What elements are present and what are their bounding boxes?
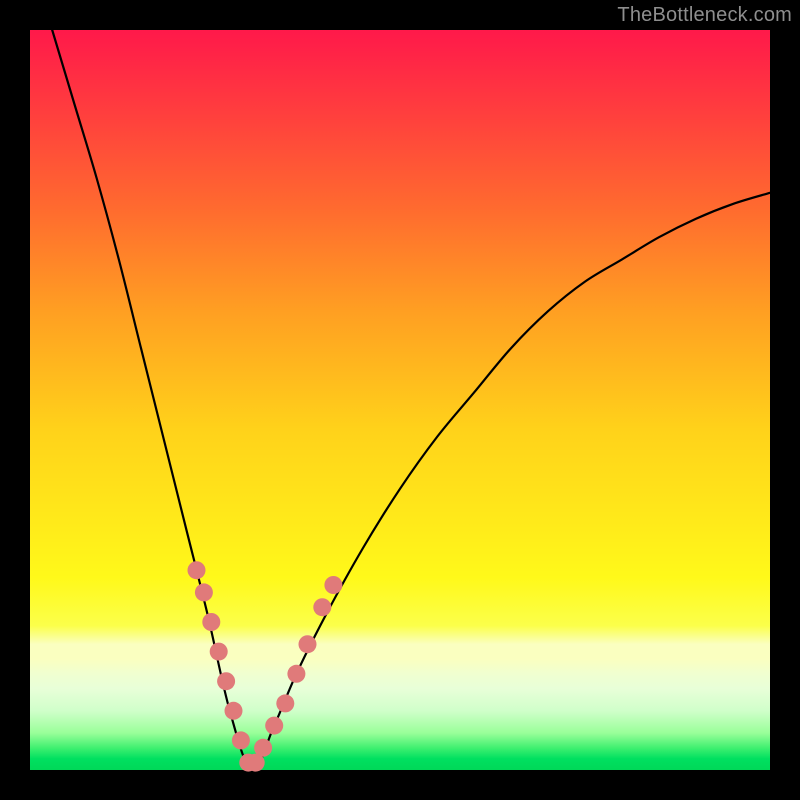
marker-dot [276,694,294,712]
marker-dot [254,739,272,757]
marker-dot [225,702,243,720]
marker-dot [188,561,206,579]
marker-dot [324,576,342,594]
plot-svg [30,30,770,770]
marker-dot [202,613,220,631]
marker-dot [210,643,228,661]
marker-dot [299,635,317,653]
marker-dot [232,731,250,749]
marker-dot [195,583,213,601]
bottleneck-curve [30,0,770,770]
marker-dot [287,665,305,683]
watermark-text: TheBottleneck.com [617,4,792,27]
marker-dot [313,598,331,616]
marker-dot [217,672,235,690]
marker-dot [265,717,283,735]
chart-frame: TheBottleneck.com [0,0,800,800]
highlight-dots [188,561,343,771]
plot-area [30,30,770,770]
